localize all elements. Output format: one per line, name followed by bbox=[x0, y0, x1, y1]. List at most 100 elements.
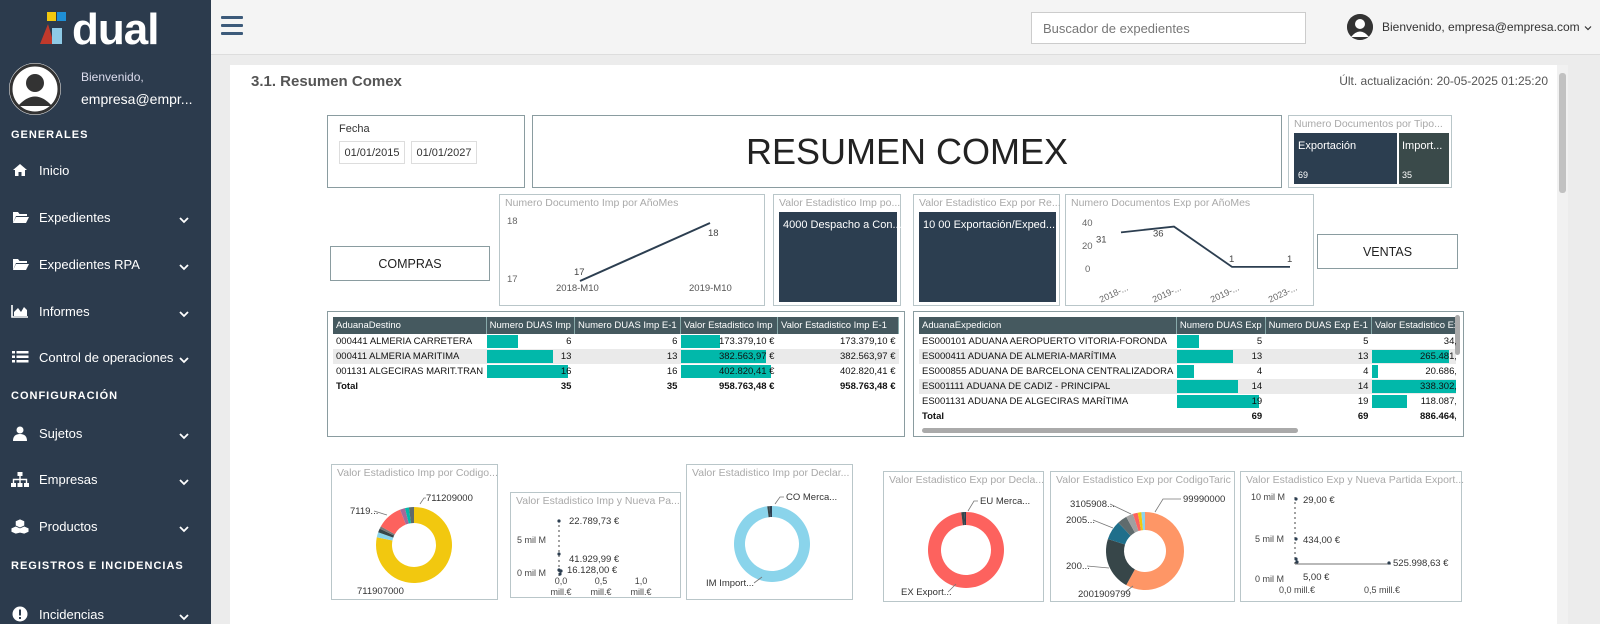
column-header[interactable]: Numero DUAS Exp bbox=[1176, 317, 1266, 334]
cell-text: ES000101 ADUANA AEROPUERTO VITORIA-FORON… bbox=[922, 336, 1167, 347]
sidebar-item-informes[interactable]: Informes bbox=[0, 295, 211, 327]
table-cell: 6 bbox=[486, 334, 574, 349]
data-label: EX Export... bbox=[901, 587, 952, 598]
donut-svg: 3105908... 99990000 2005... 200... 200190979… bbox=[1066, 494, 1225, 600]
cell-text: 5 bbox=[1363, 336, 1369, 347]
x-tick: 0,0 mill.€ bbox=[1279, 585, 1315, 595]
table-cell: 173.379,10 € bbox=[777, 334, 898, 349]
exp-table-vscroll[interactable] bbox=[1455, 315, 1460, 355]
y-tick: 5 mil M bbox=[1255, 534, 1284, 544]
page-scrollbar-thumb[interactable] bbox=[1559, 73, 1566, 193]
table-cell: 4 bbox=[1265, 364, 1371, 379]
exp-table-hscroll[interactable] bbox=[922, 428, 1298, 433]
sidebar-item-productos[interactable]: Productos bbox=[0, 510, 211, 542]
cell-text: 886.464,76 € bbox=[1420, 411, 1456, 422]
cell-text: 19 bbox=[1357, 396, 1369, 407]
sidebar-item-expedientes-rpa[interactable]: Expedientes RPA bbox=[0, 248, 211, 280]
table-cell: 265.481,51 € bbox=[1371, 349, 1456, 364]
sidebar-item-incidencias[interactable]: Incidencias bbox=[0, 598, 211, 624]
table-row[interactable]: ES000101 ADUANA AEROPUERTO VITORIA-FORON… bbox=[919, 334, 1456, 349]
x-tick: 0,0 mill.€ bbox=[550, 576, 571, 597]
table-total-row: Total 35 35 958.763,48 € 958.763,48 € bbox=[333, 379, 899, 394]
date-to-input[interactable]: 01/01/2027 bbox=[411, 141, 477, 164]
imp-line-svg: 18 17 17 2018-M10 18 2019-M10 bbox=[507, 216, 732, 294]
column-header[interactable]: AduanaExpedicion bbox=[919, 317, 1177, 334]
tile-importacion[interactable]: Import... 35 bbox=[1399, 133, 1449, 184]
x-tick: 0,5 mill.€ bbox=[1364, 585, 1400, 595]
table-row[interactable]: 000411 ALMERIA MARITIMA 13 13 382.563,97 € 3… bbox=[333, 349, 899, 364]
cell-text: 173.379,10 € bbox=[718, 336, 775, 347]
column-header[interactable]: Numero DUAS Imp E-1 bbox=[574, 317, 681, 334]
sidebar-welcome-label: Bienvenido, bbox=[81, 70, 144, 84]
user-menu[interactable]: Bienvenido, empresa@empresa.com bbox=[1347, 14, 1592, 40]
sidebar-item-inicio[interactable]: Inicio bbox=[0, 154, 211, 186]
table-cell: 6 bbox=[574, 334, 680, 349]
data-label: 31 bbox=[1096, 234, 1107, 245]
data-label: 29,00 € bbox=[1303, 495, 1335, 506]
cell-text: 000411 ALMERIA MARITIMA bbox=[336, 351, 460, 362]
area-chart-icon bbox=[11, 303, 29, 319]
data-bar bbox=[1177, 395, 1260, 408]
table-row[interactable]: ES001111 ADUANA DE CADIZ - PRINCIPAL 14 14… bbox=[919, 379, 1456, 394]
cell-text: ES000411 ADUANA DE ALMERIA-MARÍTIMA bbox=[922, 351, 1117, 362]
user-avatar-icon bbox=[1347, 14, 1373, 40]
sidebar-username: empresa@empr... bbox=[81, 91, 193, 107]
imp-card-tile[interactable]: 4000 Despacho a Con... bbox=[779, 212, 902, 302]
table-row[interactable]: ES000855 ADUANA DE BARCELONA CENTRALIZAD… bbox=[919, 364, 1456, 379]
cell-text: 16 bbox=[666, 366, 678, 377]
ventas-button[interactable]: VENTAS bbox=[1317, 234, 1458, 269]
y-tick: 5 mil M bbox=[517, 535, 546, 545]
column-header[interactable]: Valor Estadistico Exp bbox=[1371, 317, 1456, 334]
column-header[interactable]: Valor Estadistico Imp bbox=[680, 317, 778, 334]
table-cell: 382.563,97 € bbox=[777, 349, 899, 364]
sidebar-item-expedientes[interactable]: Expedientes bbox=[0, 201, 211, 233]
data-label: 41.929,99 € bbox=[569, 554, 620, 565]
donut-exp-codigo: Valor Estadistico Exp por CodigoTaric 31… bbox=[1050, 471, 1235, 602]
table-row[interactable]: 001131 ALGECIRAS MARIT.TRAN 16 16 402.820,4… bbox=[333, 364, 899, 379]
sidebar-item-sujetos[interactable]: Sujetos bbox=[0, 417, 211, 449]
imp-card-visual: Valor Estadistico Imp po... 4000 Despach… bbox=[773, 194, 902, 306]
date-from-input[interactable]: 01/01/2015 bbox=[339, 141, 405, 164]
data-label: 18 bbox=[708, 228, 719, 239]
column-header[interactable]: AduanaDestino bbox=[333, 317, 487, 334]
table-cell: 001131 ALGECIRAS MARIT.TRAN bbox=[333, 364, 486, 379]
y-tick: 0 mil M bbox=[1255, 574, 1284, 584]
cell-text: 35 bbox=[666, 381, 678, 392]
data-bar bbox=[681, 335, 720, 348]
search-input[interactable] bbox=[1031, 12, 1306, 44]
table-cell: 19 bbox=[1176, 394, 1265, 409]
donut-svg: 711209000 7119... 711907000 bbox=[350, 493, 473, 597]
table-cell: 5 bbox=[1176, 334, 1265, 349]
table-cell: 5 bbox=[1265, 334, 1371, 349]
column-header[interactable]: Numero DUAS Imp bbox=[486, 317, 575, 334]
avatar bbox=[9, 63, 61, 115]
tile-exportacion[interactable]: Exportación 69 bbox=[1294, 133, 1397, 184]
data-label: 3105908... bbox=[1070, 499, 1115, 510]
column-header[interactable]: Numero DUAS Exp E-1 bbox=[1265, 317, 1372, 334]
leader-line bbox=[1154, 498, 1181, 513]
y-tick: 40 bbox=[1082, 218, 1093, 229]
y-tick: 10 mil M bbox=[1251, 492, 1285, 502]
leader-line bbox=[774, 496, 784, 505]
table-row[interactable]: ES000411 ADUANA DE ALMERIA-MARÍTIMA 13 13 2… bbox=[919, 349, 1456, 364]
y-tick: 0 bbox=[1085, 264, 1090, 275]
logo[interactable]: dual bbox=[38, 8, 159, 52]
sidebar-item-control-operaciones[interactable]: Control de operaciones bbox=[0, 341, 211, 373]
page-scrollbar[interactable] bbox=[1557, 65, 1568, 624]
exp-table-visual: AduanaExpedicion Numero DUAS Exp Numero … bbox=[913, 311, 1464, 437]
table-cell: 886.464,76 € bbox=[1371, 409, 1456, 424]
menu-toggle-icon[interactable] bbox=[221, 16, 243, 36]
scatter-point bbox=[557, 552, 561, 556]
data-label: 200... bbox=[1066, 561, 1090, 572]
compras-button[interactable]: COMPRAS bbox=[330, 246, 490, 281]
sidebar-item-empresas[interactable]: Empresas bbox=[0, 463, 211, 495]
table-row[interactable]: 000441 ALMERIA CARRETERA 6 6 173.379,10 € 17… bbox=[333, 334, 899, 349]
data-bar bbox=[1372, 365, 1379, 378]
exp-card-tile[interactable]: 10 00 Exportación/Exped... bbox=[919, 212, 1056, 302]
table-row[interactable]: ES001131 ADUANA DE ALGECIRAS MARÍTIMA 19 1… bbox=[919, 394, 1456, 409]
folder-icon bbox=[11, 209, 29, 225]
column-header[interactable]: Valor Estadistico Imp E-1 bbox=[777, 317, 900, 334]
cell-text: 118.087,46 € bbox=[1420, 396, 1456, 407]
sidebar-item-label: Control de operaciones bbox=[39, 349, 174, 365]
x-tick: 2023-... bbox=[1267, 283, 1299, 305]
